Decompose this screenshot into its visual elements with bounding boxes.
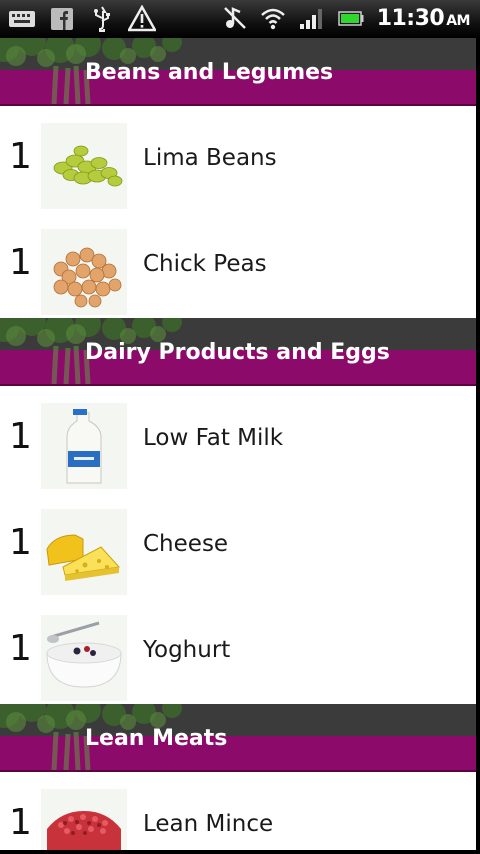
item-quantity: 1	[9, 416, 32, 457]
battery-icon	[337, 11, 364, 26]
shopping-list[interactable]: Beans and Legumes 1 Lima Beans 1 Chick P…	[0, 38, 476, 854]
item-name: Yoghurt	[143, 637, 231, 663]
list-item-cheese[interactable]: 1 Cheese	[0, 492, 476, 598]
item-name: Low Fat Milk	[143, 425, 284, 451]
item-name: Lima Beans	[143, 145, 277, 171]
item-quantity: 1	[9, 522, 32, 563]
warning-icon	[128, 5, 156, 32]
list-item-low-fat-milk[interactable]: 1 Low Fat Milk	[0, 386, 476, 492]
item-quantity: 1	[9, 802, 32, 843]
item-name: Cheese	[143, 531, 229, 557]
item-name: Chick Peas	[143, 251, 267, 277]
facebook-icon	[51, 8, 73, 30]
section-header-beans: Beans and Legumes	[0, 38, 476, 106]
lima-beans-image	[41, 123, 127, 209]
clock-ampm: AM	[446, 12, 470, 29]
item-quantity: 1	[9, 628, 32, 669]
item-quantity: 1	[9, 136, 32, 177]
status-clock: 11:30 AM	[376, 5, 471, 31]
list-item-lean-mince[interactable]: 1 Lean Mince	[0, 772, 476, 854]
mince-image	[41, 789, 127, 854]
list-item-chick-peas[interactable]: 1 Chick Peas	[0, 212, 476, 318]
usb-icon	[94, 6, 110, 32]
cheese-image	[41, 509, 127, 595]
section-title: Lean Meats	[85, 726, 228, 751]
mute-icon	[223, 7, 246, 29]
app-screen: 11:30 AM Beans and Legumes 1 Lima Beans …	[0, 0, 480, 854]
bottom-edge	[0, 850, 480, 854]
list-item-yoghurt[interactable]: 1 Yoghurt	[0, 598, 476, 704]
chick-peas-image	[41, 229, 127, 315]
clock-time: 11:30	[376, 5, 445, 31]
section-header-dairy: Dairy Products and Eggs	[0, 318, 476, 386]
milk-image	[41, 403, 127, 489]
list-item-lima-beans[interactable]: 1 Lima Beans	[0, 106, 476, 212]
wifi-icon	[260, 8, 285, 30]
scroll-edge	[476, 38, 480, 854]
keyboard-icon	[9, 11, 35, 27]
item-name: Lean Mince	[143, 811, 274, 837]
item-quantity: 1	[9, 242, 32, 283]
section-header-lean-meats: Lean Meats	[0, 704, 476, 772]
section-title: Beans and Legumes	[85, 60, 334, 85]
signal-icon	[299, 9, 322, 29]
yoghurt-image	[41, 615, 127, 701]
section-title: Dairy Products and Eggs	[85, 340, 390, 365]
status-bar: 11:30 AM	[0, 0, 480, 38]
